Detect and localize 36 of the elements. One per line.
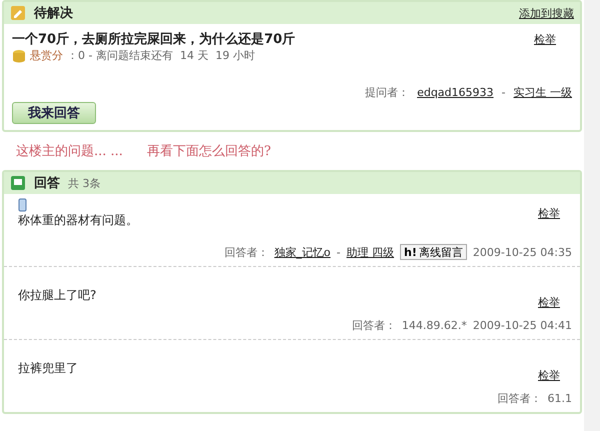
report-link[interactable]: 检举 xyxy=(538,368,560,383)
answer-text: 拉裤兜里了 xyxy=(18,360,78,377)
answerer-label: 回答者： xyxy=(352,318,396,333)
annotation-text: 这楼主的问题... ... xyxy=(16,143,123,160)
question-title: 一个70斤，去厕所拉完屎回来，为什么还是70斤 xyxy=(12,30,296,48)
asker-level-link[interactable]: 实习生 一级 xyxy=(514,85,572,100)
answer-count: 共 3条 xyxy=(68,176,100,190)
answerer-label: 回答者： xyxy=(498,391,542,406)
separator: - xyxy=(336,246,341,258)
separator: - xyxy=(502,86,506,99)
chat-icon xyxy=(10,175,26,191)
asker-label: 提问者： xyxy=(365,85,410,100)
answers-title: 回答 xyxy=(34,175,60,192)
answerer-ip: 144.89.62.* xyxy=(402,319,467,332)
answerer-label: 回答者： xyxy=(224,244,268,260)
answer-text: 你拉腿上了吧? xyxy=(18,287,96,304)
status-title: 待解决 xyxy=(34,5,73,22)
answerer-ip: 61.1 xyxy=(548,392,572,405)
coins-icon xyxy=(12,48,26,62)
reward-label: 悬赏分 xyxy=(30,48,63,63)
annotation-text: 再看下面怎么回答的? xyxy=(146,143,271,160)
answerer-link[interactable]: 独家_记忆o xyxy=(274,244,331,260)
report-link[interactable]: 检举 xyxy=(538,206,560,221)
report-link[interactable]: 检举 xyxy=(538,295,560,310)
answer-time: 2009-10-25 04:41 xyxy=(472,319,572,332)
asker-link[interactable]: edqad165933 xyxy=(417,86,494,99)
report-link[interactable]: 检举 xyxy=(534,32,556,46)
answer-text: 称体重的器材有问题。 xyxy=(18,212,138,229)
note-icon xyxy=(10,5,26,21)
answerer-level-link[interactable]: 助理 四级 xyxy=(346,244,394,260)
reward-info: ：0 - 离问题结束还有 14 天 19 小时 xyxy=(67,48,255,63)
answer-time: 2009-10-25 04:35 xyxy=(472,246,572,258)
phone-icon xyxy=(18,198,28,212)
message-button[interactable]: h! 离线留言 xyxy=(400,244,467,260)
add-favorite-link[interactable]: 添加到搜藏 xyxy=(519,6,574,20)
answer-button[interactable]: 我来回答 xyxy=(12,102,96,124)
